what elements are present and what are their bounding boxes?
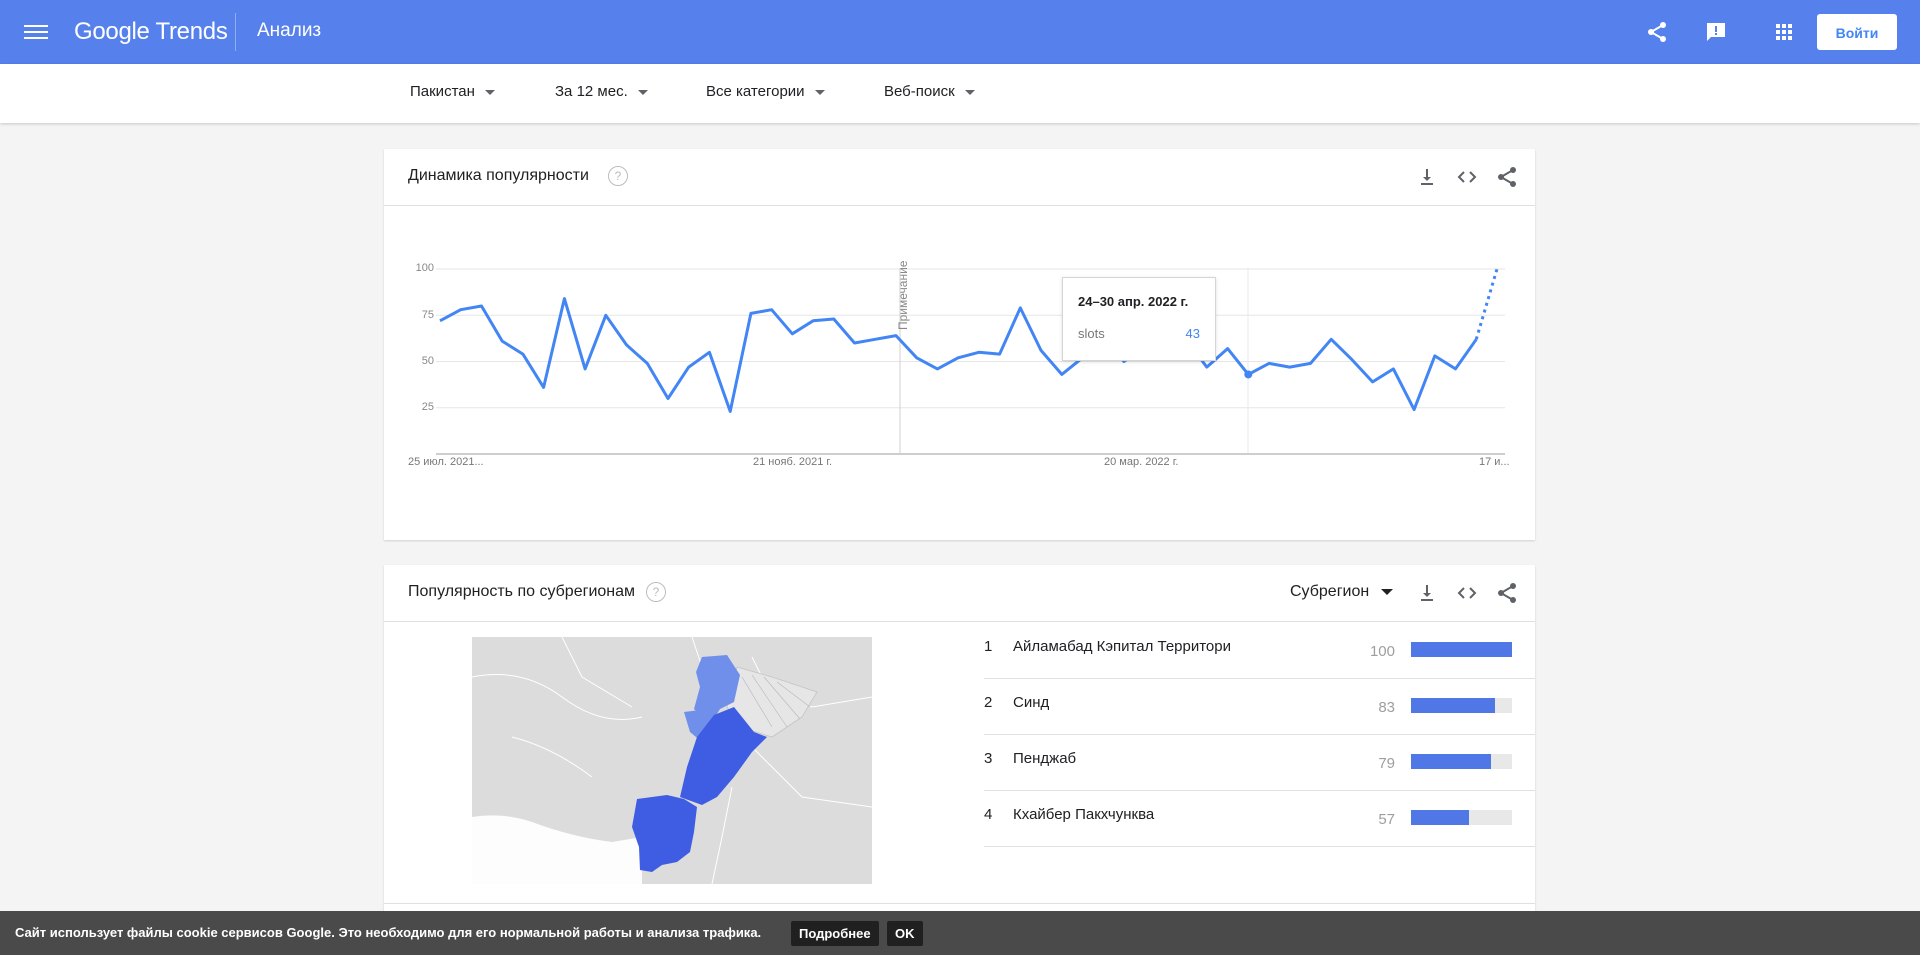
search-type-label: Веб-поиск bbox=[884, 83, 955, 100]
download-icon[interactable] bbox=[1415, 165, 1439, 189]
region-rank: 2 bbox=[984, 694, 993, 711]
resolution-dropdown[interactable]: Субрегион bbox=[1290, 583, 1394, 601]
region-value: 57 bbox=[1378, 811, 1395, 828]
region-rank: 3 bbox=[984, 750, 993, 767]
apps-grid-icon[interactable] bbox=[1772, 20, 1796, 44]
region-bar bbox=[1411, 810, 1469, 825]
region-bar-track bbox=[1411, 698, 1512, 713]
y-tick-label: 75 bbox=[421, 309, 434, 321]
share-icon[interactable] bbox=[1645, 20, 1669, 44]
region-value: 79 bbox=[1378, 755, 1395, 772]
menu-icon[interactable] bbox=[24, 22, 48, 42]
help-icon[interactable]: ? bbox=[646, 582, 666, 602]
region-rank: 1 bbox=[984, 638, 993, 655]
header-divider bbox=[235, 13, 236, 51]
card-header: Популярность по субрегионам ? Субрегион bbox=[384, 565, 1535, 622]
time-range-filter[interactable]: За 12 мес. bbox=[555, 83, 648, 100]
x-tick-label: 20 мар. 2022 г. bbox=[1104, 456, 1179, 468]
region-bar bbox=[1411, 698, 1495, 713]
region-name: Синд bbox=[1013, 694, 1050, 711]
region-row[interactable]: 1 Айламабад Кэпитал Территори 100 bbox=[984, 622, 1535, 679]
region-value: 83 bbox=[1378, 699, 1395, 716]
card-title: Популярность по субрегионам bbox=[408, 583, 636, 600]
pakistan-region-map[interactable] bbox=[472, 637, 872, 884]
chevron-down-icon bbox=[637, 89, 648, 95]
region-row[interactable]: 3 Пенджаб 79 bbox=[984, 734, 1535, 791]
category-filter[interactable]: Все категории bbox=[706, 83, 825, 100]
region-bar-track bbox=[1411, 810, 1512, 825]
chevron-down-icon bbox=[814, 89, 825, 95]
card-header: Динамика популярности ? bbox=[384, 149, 1535, 206]
filter-bar: Пакистан За 12 мес. Все категории Веб-по… bbox=[0, 64, 1920, 123]
resolution-label: Субрегион bbox=[1290, 583, 1370, 600]
feedback-icon[interactable] bbox=[1704, 20, 1728, 44]
sign-in-button[interactable]: Войти bbox=[1817, 14, 1897, 50]
country-filter-label: Пакистан bbox=[410, 83, 475, 100]
region-bar-track bbox=[1411, 642, 1512, 657]
share-icon[interactable] bbox=[1495, 581, 1519, 605]
google-trends-logo[interactable]: Google Trends bbox=[74, 18, 228, 46]
cookie-more-button[interactable]: Подробнее bbox=[791, 921, 879, 946]
note-label[interactable]: Примечание bbox=[896, 261, 910, 330]
time-range-label: За 12 мес. bbox=[555, 83, 628, 100]
tooltip-date: 24–30 апр. 2022 г. bbox=[1078, 294, 1189, 309]
tooltip-value: 43 bbox=[1185, 326, 1200, 341]
card-divider bbox=[384, 903, 1535, 904]
country-filter[interactable]: Пакистан bbox=[410, 83, 495, 100]
region-value: 100 bbox=[1369, 643, 1395, 660]
chevron-down-icon bbox=[964, 89, 975, 95]
region-name: Пенджаб bbox=[1013, 750, 1077, 767]
category-label: Все категории bbox=[706, 83, 805, 100]
region-row[interactable]: 2 Синд 83 bbox=[984, 678, 1535, 735]
chart-tooltip: 24–30 апр. 2022 г. slots 43 bbox=[1062, 277, 1216, 361]
interest-over-time-card: Динамика популярности ? bbox=[384, 149, 1535, 540]
region-name: Кхайбер Пакхчунква bbox=[1013, 806, 1155, 823]
embed-code-icon[interactable] bbox=[1455, 165, 1479, 189]
help-icon[interactable]: ? bbox=[608, 166, 628, 186]
region-row[interactable]: 4 Кхайбер Пакхчунква 57 bbox=[984, 790, 1535, 847]
y-tick-label: 25 bbox=[421, 401, 434, 413]
chevron-down-icon bbox=[484, 89, 495, 95]
region-name: Айламабад Кэпитал Территори bbox=[1013, 638, 1231, 655]
y-tick-label: 100 bbox=[415, 262, 434, 274]
cookie-ok-button[interactable]: OK bbox=[887, 921, 923, 946]
top-app-bar: Google Trends Анализ Войти bbox=[0, 0, 1920, 64]
y-tick-label: 50 bbox=[421, 355, 434, 367]
region-bar bbox=[1411, 642, 1512, 657]
page-title: Анализ bbox=[257, 20, 322, 41]
card-title: Динамика популярности bbox=[408, 167, 589, 184]
search-type-filter[interactable]: Веб-поиск bbox=[884, 83, 975, 100]
x-tick-label: 17 и... bbox=[1479, 456, 1510, 468]
region-bar-track bbox=[1411, 754, 1512, 769]
tooltip-series-name: slots bbox=[1078, 326, 1105, 341]
download-icon[interactable] bbox=[1415, 581, 1439, 605]
region-rank: 4 bbox=[984, 806, 993, 823]
x-tick-label: 21 нояб. 2021 г. bbox=[753, 456, 833, 468]
share-icon[interactable] bbox=[1495, 165, 1519, 189]
region-bar bbox=[1411, 754, 1491, 769]
caret-down-icon bbox=[1381, 588, 1394, 595]
cookie-message: Сайт использует файлы cookie сервисов Go… bbox=[15, 925, 762, 940]
cookie-banner: Сайт использует файлы cookie сервисов Go… bbox=[0, 911, 1920, 955]
x-tick-label: 25 июл. 2021... bbox=[408, 456, 484, 468]
embed-code-icon[interactable] bbox=[1455, 581, 1479, 605]
